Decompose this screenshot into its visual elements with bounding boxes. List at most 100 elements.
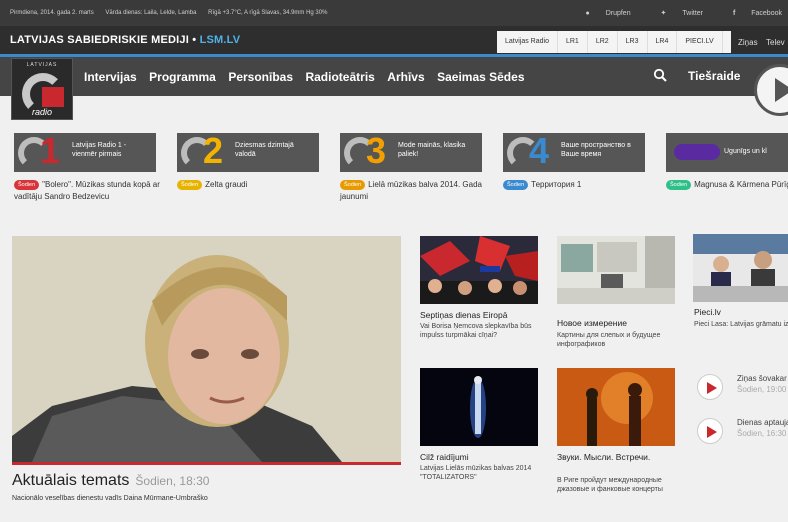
- channel-now-playing[interactable]: ŠodienMagnusa & Kārmena Pūrīgs vakars: [666, 179, 788, 191]
- card-image[interactable]: [420, 368, 538, 446]
- play-icon[interactable]: [697, 374, 723, 400]
- brand-name: LATVIJAS SABIEDRISKIE MEDIJI: [10, 34, 189, 46]
- card-image[interactable]: [557, 368, 675, 446]
- search-icon[interactable]: [653, 68, 667, 82]
- namedays-text: Vārda dienas: Laila, Lelde, Lamba: [105, 10, 197, 16]
- tab-lr1[interactable]: LR1: [558, 31, 588, 53]
- list-item[interactable]: Ziņas šovakar Šodien, 19:00: [697, 372, 788, 402]
- card-subtitle: Vai Borisa Ņemcova slepkavība būs impuls…: [420, 323, 532, 339]
- top-info-bar: Pirmdiena, 2014. gada 2. marts Vārda die…: [0, 0, 788, 26]
- now-badge: Šodien: [666, 179, 692, 190]
- channel-now-playing[interactable]: Šodien "Bolero". Mūzikas stunda kopā ar v…: [14, 179, 164, 203]
- card-title[interactable]: Звуки. Мысли. Встречи.: [557, 452, 682, 463]
- logo-red-block: [42, 87, 64, 107]
- latvijas-radio-logo[interactable]: LATVIJAS radio: [11, 58, 73, 120]
- nav-item-arhivs[interactable]: Arhīvs: [387, 70, 424, 84]
- now-badge: Šodien: [14, 179, 40, 190]
- nav-item-radioteatris[interactable]: Radioteātris: [305, 70, 374, 84]
- card-subtitle: Latvijas Lielās mūzikas balvas 2014 "TOT…: [420, 465, 532, 481]
- card-image[interactable]: [693, 234, 788, 302]
- now-playing-text: Территория 1: [531, 180, 582, 189]
- channel-number: 4: [529, 130, 550, 171]
- crowd-photo: [420, 236, 538, 304]
- channel-tile-lr4[interactable]: 4 Ваше пространство в Ваше время: [503, 130, 645, 172]
- tab-lr4[interactable]: LR4: [648, 31, 678, 53]
- feature-image[interactable]: [12, 236, 401, 462]
- channel-title: Mode mainās, klasika paliek!: [398, 142, 466, 158]
- main-nav: Intervijas Programma Personības Radioteā…: [84, 68, 533, 86]
- channel-tile-lr1[interactable]: 1 Latvijas Radio 1 - vienmēr pirmais: [14, 130, 156, 172]
- list-item-time: Šodien, 16:30: [737, 429, 787, 438]
- card-subtitle: Картины для слепых и будущее инфографико…: [557, 332, 661, 348]
- date-weather-info: Pirmdiena, 2014. gada 2. marts Vārda die…: [10, 10, 337, 16]
- card-title[interactable]: Новое измерение: [557, 318, 682, 329]
- page-root: Pirmdiena, 2014. gada 2. marts Vārda die…: [0, 0, 788, 522]
- logo-bottom-text: radio: [31, 107, 52, 117]
- card-image[interactable]: [420, 236, 538, 304]
- now-playing-text: Zelta graudi: [205, 180, 248, 189]
- pieci-logo: [674, 144, 720, 160]
- live-link[interactable]: Tiešraide: [688, 69, 740, 83]
- date-text: Pirmdiena, 2014. gada 2. marts: [10, 10, 94, 16]
- channel-tile-lr3[interactable]: 3 Mode mainās, klasika paliek!: [340, 130, 482, 172]
- channel-now-playing[interactable]: Šodien Lielā mūzikas balva 2014. Gada jau…: [340, 179, 490, 203]
- gallery-photo: [557, 236, 675, 304]
- channel-tile-pieci[interactable]: Ugunīgs un kl: [666, 133, 788, 172]
- feature-portrait: [12, 236, 401, 462]
- list-item-title: Ziņas šovakar: [737, 374, 787, 383]
- logo-top-text: LATVIJAS: [26, 62, 58, 68]
- nav-item-saeimas-sedes[interactable]: Saeimas Sēdes: [437, 70, 524, 84]
- channel-number: 3: [366, 130, 387, 171]
- channel-title: Ваше пространство в Ваше время: [561, 142, 631, 158]
- now-badge: Šodien: [340, 179, 366, 190]
- news-link[interactable]: Ziņas: [738, 38, 758, 47]
- now-badge: Šodien: [177, 179, 203, 190]
- nav-item-programma[interactable]: Programma: [149, 70, 216, 84]
- now-playing-text: Magnusa & Kārmena Pūrīgs vakars: [694, 180, 788, 189]
- card-title[interactable]: Septiņas dienas Eiropā: [420, 310, 545, 321]
- channel-tile-lr2[interactable]: 2 Dziesmas dzimtajā valodā: [177, 130, 319, 172]
- tab-piecilv[interactable]: PIECI.LV: [677, 31, 723, 53]
- twitter-icon: ✦: [660, 10, 667, 17]
- feature-time: Šodien, 18:30: [135, 474, 210, 488]
- tv-link[interactable]: Telev: [766, 38, 785, 47]
- facebook-link[interactable]: f Facebook: [719, 10, 782, 17]
- card-title[interactable]: Pieci.lv: [694, 307, 788, 318]
- tab-lr2[interactable]: LR2: [588, 31, 618, 53]
- feature-accent-line: [12, 462, 401, 465]
- nav-item-personibas[interactable]: Personības: [228, 70, 293, 84]
- card-title[interactable]: Cilž raidījumi: [420, 452, 545, 463]
- weather-text: Rīgā +3.7°C, A rīgā Slavas, 34.9mm Hg 30…: [208, 10, 328, 16]
- card-image[interactable]: [557, 236, 675, 304]
- channel-number: 2: [203, 130, 224, 171]
- concert-photo: [420, 368, 538, 446]
- nav-item-intervijas[interactable]: Intervijas: [84, 70, 137, 84]
- channel-number: 1: [40, 130, 61, 171]
- social-links: ● Drupfen ✦ Twitter f Facebook: [572, 9, 783, 17]
- list-item[interactable]: Dienas aptauja Šodien, 16:30: [697, 416, 788, 446]
- channel-title: Dziesmas dzimtajā valodā: [235, 142, 294, 158]
- twitter-link[interactable]: ✦ Twitter: [647, 10, 703, 17]
- now-badge: Šodien: [503, 179, 529, 190]
- card-subtitle: В Риге пройдут международные джазовые и …: [557, 477, 663, 493]
- tab-lr3[interactable]: LR3: [618, 31, 648, 53]
- channel-now-playing[interactable]: Šodien Zelta graudi: [177, 179, 327, 191]
- tab-latvijas-radio[interactable]: Latvijas Radio: [497, 31, 558, 53]
- draugiem-link[interactable]: ● Drupfen: [586, 10, 631, 17]
- channel-title: Latvijas Radio 1 - vienmēr pirmais: [72, 142, 127, 158]
- jazz-photo: [557, 368, 675, 446]
- feature-title-text: Aktuālais temats: [12, 472, 130, 489]
- site-brand[interactable]: LATVIJAS SABIEDRISKIE MEDIJI • LSM.LV: [10, 34, 240, 46]
- feature-subtitle[interactable]: Nacionālo veselības dienestu vadīs Daina…: [12, 495, 208, 502]
- card-subtitle: Pieci Lasa: Latvijas grāmatu izstāde & J…: [694, 321, 788, 328]
- radio-channel-tabs: Latvijas Radio LR1 LR2 LR3 LR4 PIECI.LV: [497, 31, 731, 53]
- play-icon[interactable]: [697, 418, 723, 444]
- channel-now-playing[interactable]: Šodien Территория 1: [503, 179, 653, 191]
- channel-title: Ugunīgs un kl: [724, 148, 767, 155]
- list-item-title: Dienas aptauja: [737, 418, 788, 427]
- list-item-time: Šodien, 19:00: [737, 385, 787, 394]
- feature-headline[interactable]: Aktuālais temats Šodien, 18:30: [12, 472, 209, 490]
- brand-site: LSM.LV: [199, 34, 241, 46]
- studio-photo: [693, 234, 788, 302]
- facebook-icon: f: [732, 10, 736, 17]
